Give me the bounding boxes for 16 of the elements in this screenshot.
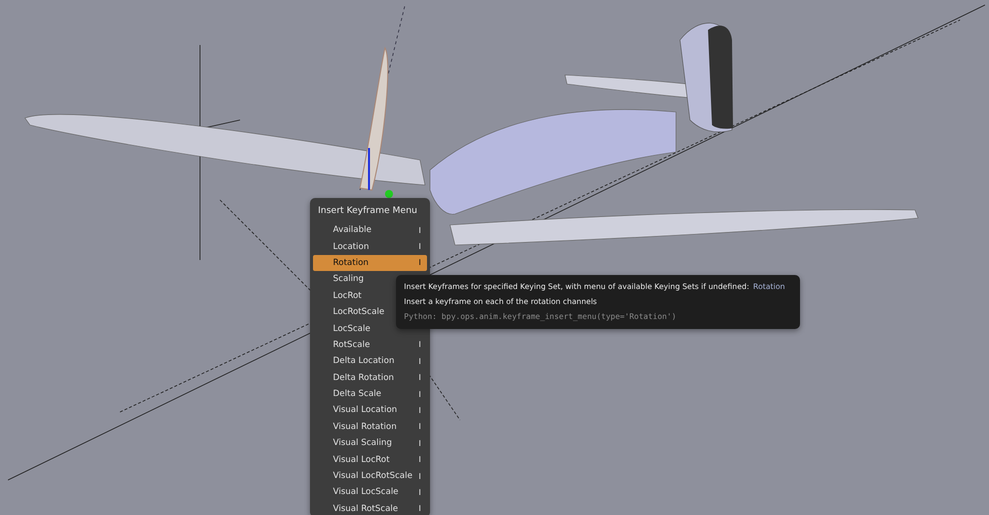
menu-item[interactable]: Visual LocRot I — [313, 451, 427, 468]
menu-item[interactable]: Delta Rotation I — [313, 370, 427, 386]
menu-item[interactable]: Delta Scale I — [313, 386, 427, 402]
menu-item[interactable]: Rotation I — [313, 254, 427, 272]
menu-item[interactable]: Visual LocRotScale I — [313, 468, 427, 484]
origin-point-icon — [385, 190, 393, 198]
menu-title: Insert Keyframe Menu — [317, 205, 418, 218]
menu-item[interactable]: Visual LocScale I — [313, 484, 427, 501]
menu-item[interactable]: Available I — [313, 222, 427, 238]
menu-item[interactable]: Delta Location I — [313, 353, 427, 370]
menu-item[interactable]: Visual Rotation I — [313, 418, 427, 436]
menu-item[interactable]: Visual Location I — [313, 402, 427, 419]
menu-item[interactable]: Visual RotScale I — [313, 500, 427, 515]
menu-item[interactable]: RotScale I — [313, 336, 427, 354]
menu-item[interactable]: Location I — [313, 238, 427, 255]
menu-item[interactable]: Visual Scaling I — [313, 435, 427, 452]
